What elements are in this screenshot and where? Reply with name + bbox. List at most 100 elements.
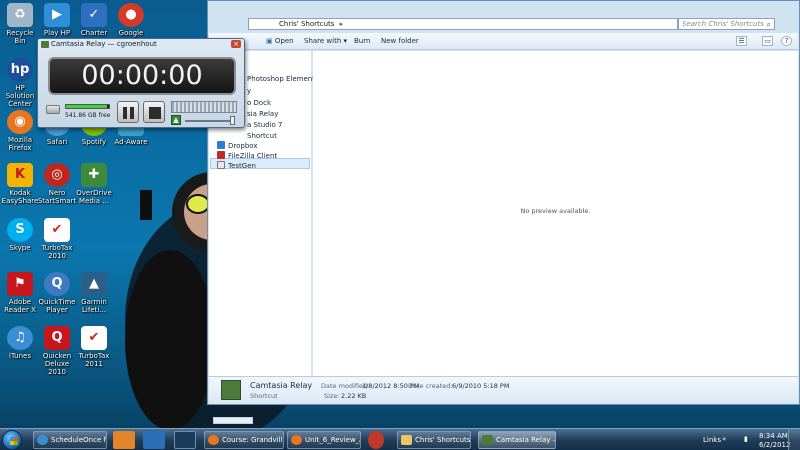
firefox-icon: [208, 435, 219, 445]
recording-timer: 00:00:00: [48, 57, 236, 95]
desktop-icon[interactable]: ✔ TurboTax 2011: [74, 326, 114, 368]
nav-item[interactable]: y: [247, 87, 251, 95]
desktop-icon-label: Mozilla Firefox: [7, 136, 33, 152]
desktop-icon-label: Charter: [80, 29, 108, 37]
nav-item-filezilla[interactable]: FileZilla Client: [217, 151, 277, 160]
outlook-icon[interactable]: [143, 431, 165, 449]
firefox-icon: ◉: [7, 110, 33, 134]
turbotax-icon: ✔: [44, 218, 70, 242]
clock-time[interactable]: 8:34 AM: [759, 432, 788, 440]
desktop-icon-label: Skype: [9, 244, 31, 252]
adobe-reader-icon: ⚑: [7, 272, 33, 296]
desktop-icon[interactable]: Q QuickTime Player: [37, 272, 77, 314]
kodak-icon: K: [7, 163, 33, 187]
view-options-icon[interactable]: ☰: [736, 36, 747, 46]
stop-button[interactable]: [143, 101, 165, 123]
nav-item-dropbox[interactable]: Dropbox: [217, 141, 258, 150]
details-file-name: Camtasia Relay: [250, 381, 313, 390]
nav-item[interactable]: Shortcut: [247, 132, 277, 140]
desktop-icon-label: Safari: [46, 138, 68, 146]
preview-message: No preview available.: [520, 207, 591, 215]
overdrive-icon: ✚: [81, 163, 107, 187]
taskbar-button[interactable]: ScheduleOnce for...: [33, 431, 107, 449]
taskbar-button-label: Unit_6_Review_An...: [305, 436, 360, 444]
skype-icon: S: [7, 218, 33, 242]
details-size-value: 2.22 KB: [341, 392, 367, 400]
taskbar-button[interactable]: Unit_6_Review_An...: [287, 431, 361, 449]
desktop-icon-label: Google: [118, 29, 144, 37]
camtasia-studio-icon[interactable]: [113, 431, 135, 449]
taskbar-button-label: Course: Grandvill...: [222, 436, 284, 444]
search-placeholder: Search Chris' Shortcuts: [682, 20, 764, 28]
close-icon[interactable]: ×: [231, 40, 241, 48]
desktop-icon[interactable]: ◎ Nero StartSmart: [37, 163, 77, 205]
details-size-label: Size:: [324, 392, 340, 400]
preview-pane-icon[interactable]: ▭: [762, 36, 773, 46]
new-folder-button[interactable]: New folder: [381, 37, 419, 45]
command-bar: ▣ Open Share with ▾ Burn New folder ☰ ▭ …: [209, 33, 798, 50]
desktop-icon-label: HP Solution Center: [5, 84, 35, 108]
desktop-icon-label: Spotify: [81, 138, 107, 146]
clock-date[interactable]: 6/2/2012: [759, 441, 790, 449]
desktop-icon[interactable]: ⚑ Adobe Reader X: [0, 272, 40, 314]
desktop-icon[interactable]: ▲ Garmin Lifeti...: [74, 272, 114, 314]
desktop-icon[interactable]: Q Quicken Deluxe 2010: [37, 326, 77, 376]
desktop-icon[interactable]: ◉ Mozilla Firefox: [0, 110, 40, 152]
audio-level-meter: [171, 101, 237, 113]
chevron-up-icon[interactable]: «: [722, 435, 726, 443]
camtasia-icon: [482, 435, 493, 445]
media-icon[interactable]: [174, 431, 196, 449]
nav-item-testgen[interactable]: TestGen: [217, 161, 256, 170]
desktop-icon-label: TurboTax 2011: [78, 352, 110, 368]
volume-slider-handle[interactable]: [230, 116, 235, 125]
hp-icon: hp: [7, 58, 33, 82]
disk-free-text: 541.86 GB free: [65, 112, 111, 119]
desktop-icon-label: QuickTime Player: [38, 298, 76, 314]
chrome-icon: ●: [118, 3, 144, 27]
horizontal-scrollbar[interactable]: [213, 417, 253, 424]
desktop-icon-label: Nero StartSmart: [37, 189, 77, 205]
taskbar-button[interactable]: Course: Grandvill...: [204, 431, 284, 449]
volume-slider[interactable]: [185, 120, 235, 122]
desktop-icon[interactable]: K Kodak EasyShare: [0, 163, 40, 205]
show-desktop-button[interactable]: [788, 429, 800, 450]
nav-item[interactable]: o Dock: [247, 99, 271, 107]
desktop-icon[interactable]: ● Google: [111, 3, 151, 37]
share-with-button[interactable]: Share with ▾: [304, 37, 347, 45]
help-icon[interactable]: ?: [781, 36, 792, 46]
tool-icon[interactable]: [368, 431, 384, 449]
desktop-icon[interactable]: ▶ Play HP: [37, 3, 77, 37]
filezilla-icon: [217, 151, 225, 159]
microphone-icon[interactable]: ▲: [171, 115, 181, 125]
search-input[interactable]: Search Chris' Shortcuts ⌕: [678, 18, 775, 30]
desktop-icon[interactable]: ✓ Charter: [74, 3, 114, 37]
desktop-icon[interactable]: ♫ iTunes: [0, 326, 40, 360]
network-icon[interactable]: ▮: [744, 435, 748, 443]
nav-item[interactable]: sia Relay: [247, 110, 278, 118]
desktop-icon[interactable]: hp HP Solution Center: [0, 58, 40, 108]
links-toolbar[interactable]: Links: [703, 436, 721, 444]
pause-button[interactable]: [117, 101, 139, 123]
address-bar[interactable]: Chris' Shortcuts ▸: [248, 18, 678, 30]
taskbar-button-active[interactable]: Camtasia Relay —...: [478, 431, 556, 449]
breadcrumb[interactable]: Chris' Shortcuts: [279, 20, 334, 28]
desktop-icon[interactable]: ✔ TurboTax 2010: [37, 218, 77, 260]
desktop-icon[interactable]: ✚ OverDrive Media ...: [74, 163, 114, 205]
nav-item[interactable]: a Studio 7: [247, 121, 283, 129]
burn-button[interactable]: Burn: [354, 37, 370, 45]
start-button[interactable]: [2, 430, 22, 450]
play-hp-icon: ▶: [44, 3, 70, 27]
itunes-icon: ♫: [7, 326, 33, 350]
folder-icon: [401, 435, 412, 445]
quicktime-icon: Q: [44, 272, 70, 296]
garmin-icon: ▲: [81, 272, 107, 296]
taskbar-button[interactable]: Chris' Shortcuts: [397, 431, 471, 449]
desktop-icon-label: Ad-Aware: [114, 138, 148, 146]
desktop-icon[interactable]: S Skype: [0, 218, 40, 252]
open-button[interactable]: ▣ Open: [266, 37, 294, 45]
desktop-icon-label: Quicken Deluxe 2010: [42, 352, 72, 376]
open-icon: ▣: [266, 37, 273, 45]
taskbar-button-label: ScheduleOnce for...: [51, 436, 106, 444]
desktop-icon[interactable]: ♻ Recycle Bin: [0, 3, 40, 45]
chevron-down-icon: ▾: [343, 37, 348, 45]
